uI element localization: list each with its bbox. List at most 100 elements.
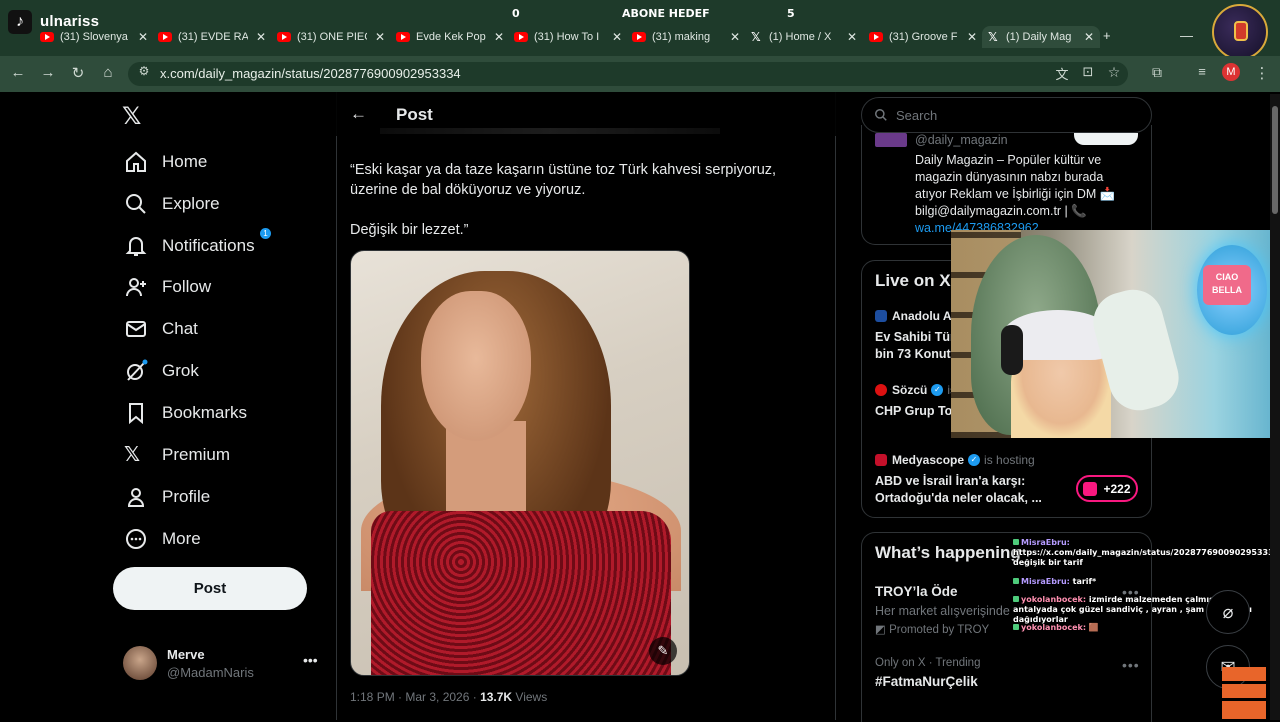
spaces-icon bbox=[1083, 481, 1098, 496]
install-icon[interactable]: ⊡ bbox=[1078, 64, 1098, 80]
nav-home[interactable]: Home bbox=[124, 146, 207, 178]
live-title: Live on X bbox=[875, 271, 951, 290]
more-circle-icon bbox=[126, 529, 146, 549]
translate-icon[interactable]: 文 bbox=[1052, 64, 1072, 83]
browser-tab[interactable]: Evde Kek Pop ✕ bbox=[396, 27, 504, 47]
webcam-overlay: CIAO BELLA bbox=[951, 230, 1280, 438]
post-image[interactable]: ✎ bbox=[350, 250, 690, 676]
post-button[interactable]: Post bbox=[113, 567, 307, 610]
youtube-icon bbox=[277, 32, 291, 42]
headset-icon bbox=[1001, 325, 1023, 375]
youtube-icon bbox=[158, 32, 172, 42]
search-icon bbox=[126, 194, 146, 214]
close-icon[interactable]: ✕ bbox=[967, 30, 977, 44]
webcam-sign: CIAO BELLA bbox=[1203, 265, 1251, 305]
browser-tab-active[interactable]: 𝕏 (1) Daily Mag ✕ bbox=[982, 26, 1101, 48]
lantern-badge-icon bbox=[1212, 4, 1268, 60]
x-icon: 𝕏 bbox=[988, 30, 998, 44]
verified-icon: ✓ bbox=[968, 454, 981, 466]
browser-menu-icon[interactable]: ⋮ bbox=[1252, 64, 1272, 82]
minimize-icon[interactable]: — bbox=[1180, 28, 1193, 43]
nav-notifications[interactable]: 1 Notifications bbox=[124, 228, 271, 262]
browser-tab[interactable]: (31) EVDE RA ✕ bbox=[158, 27, 266, 47]
browser-tab[interactable]: 𝕏 (1) Home / X ✕ bbox=[751, 27, 857, 47]
bookmark-icon bbox=[129, 403, 143, 425]
search-input[interactable]: Search bbox=[861, 97, 1152, 133]
nav-profile[interactable]: Profile bbox=[124, 481, 210, 513]
new-tab-icon[interactable]: + bbox=[1103, 28, 1111, 43]
live-item[interactable]: Anadolu Aj Ev Sahibi Tür bin 73 Konut bbox=[875, 309, 955, 363]
forward-icon[interactable]: → bbox=[38, 64, 58, 81]
browser-tab[interactable]: (31) ONE PIEC ✕ bbox=[277, 27, 385, 47]
nav-more[interactable]: More bbox=[124, 523, 201, 555]
live-listeners-pill[interactable]: +222 bbox=[1076, 475, 1138, 502]
source-logo-icon bbox=[875, 310, 887, 322]
account-handle: @MadamNaris bbox=[167, 665, 254, 680]
overlay-bar-decoration bbox=[1222, 701, 1266, 719]
site-info-icon[interactable]: ⚙ bbox=[134, 64, 154, 78]
profile-card-avatar bbox=[875, 133, 907, 147]
chat-message: MisraEbru: tarif* bbox=[1013, 577, 1271, 587]
close-icon[interactable]: ✕ bbox=[612, 30, 622, 44]
nav-grok[interactable]: Grok bbox=[124, 355, 199, 387]
photo-face bbox=[421, 291, 531, 441]
goal-target: 5 bbox=[787, 7, 795, 20]
nav-explore[interactable]: Explore bbox=[124, 188, 220, 220]
x-logo-icon[interactable]: 𝕏 bbox=[122, 102, 141, 131]
home-browser-icon[interactable]: ⌂ bbox=[98, 64, 118, 81]
more-dots-icon[interactable]: ••• bbox=[1122, 657, 1140, 673]
media-icon[interactable]: ≡ bbox=[1192, 64, 1212, 79]
image-edit-icon[interactable]: ✎ bbox=[649, 637, 677, 665]
close-icon[interactable]: ✕ bbox=[494, 30, 504, 44]
grok-fab-icon[interactable]: ⌀ bbox=[1206, 590, 1250, 634]
profile-card-bio: Daily Magazin – Popüler kültür ve magazi… bbox=[915, 153, 1116, 235]
close-icon[interactable]: ✕ bbox=[730, 30, 740, 44]
avatar bbox=[123, 646, 157, 680]
page-scrollbar[interactable] bbox=[1270, 94, 1280, 720]
close-icon[interactable]: ✕ bbox=[1084, 30, 1094, 44]
chat-message: MisraEbru: https://x.com/daily_magazin/s… bbox=[1013, 538, 1280, 567]
x-icon: 𝕏 bbox=[751, 30, 761, 44]
bookmark-star-icon[interactable]: ☆ bbox=[1104, 64, 1124, 81]
close-icon[interactable]: ✕ bbox=[375, 30, 385, 44]
trend-tag[interactable]: #FatmaNurÇelik bbox=[875, 674, 978, 689]
overlay-bar-decoration bbox=[1222, 684, 1266, 698]
close-icon[interactable]: ✕ bbox=[847, 30, 857, 44]
url-text[interactable]: x.com/daily_magazin/status/2028776900902… bbox=[160, 66, 461, 81]
reload-icon[interactable]: ↻ bbox=[68, 64, 88, 82]
nav-premium[interactable]: 𝕏 Premium bbox=[124, 439, 230, 471]
live-item[interactable]: Medyascope ✓ is hosting ABD ve İsrail İran… bbox=[875, 453, 1055, 507]
extensions-icon[interactable]: ⧉ bbox=[1147, 64, 1167, 81]
close-icon[interactable]: ✕ bbox=[256, 30, 266, 44]
account-name: Merve bbox=[167, 647, 205, 662]
browser-tab[interactable]: (31) making ✕ bbox=[632, 27, 740, 47]
goal-current: 0 bbox=[512, 7, 520, 20]
live-item[interactable]: Sözcü✓is CHP Grup To bbox=[875, 383, 956, 420]
promo-subtitle: Her market alışverişinde bbox=[875, 604, 1010, 618]
scrollbar-thumb[interactable] bbox=[1272, 106, 1278, 214]
close-icon[interactable]: ✕ bbox=[138, 30, 148, 44]
back-arrow-icon[interactable]: ← bbox=[350, 104, 367, 124]
nav-follow[interactable]: Follow bbox=[124, 271, 211, 303]
back-icon[interactable]: ← bbox=[8, 64, 28, 81]
youtube-icon bbox=[514, 32, 528, 42]
grok-icon bbox=[127, 359, 148, 381]
youtube-icon bbox=[40, 32, 54, 42]
promo-title[interactable]: TROY’la Öde bbox=[875, 584, 958, 599]
x-logo-icon: 𝕏 bbox=[124, 444, 141, 466]
page-title: Post bbox=[396, 105, 433, 124]
happening-title: What’s happening bbox=[875, 543, 1021, 562]
browser-tab[interactable]: (31) How To I ✕ bbox=[514, 27, 622, 47]
post-text-line: Değişik bir lezzet.” bbox=[350, 222, 469, 238]
nav-bookmarks[interactable]: Bookmarks bbox=[124, 397, 247, 429]
more-dots-icon[interactable]: ••• bbox=[303, 652, 318, 668]
profile-avatar[interactable]: M bbox=[1222, 63, 1240, 81]
notification-badge: 1 bbox=[260, 228, 271, 239]
browser-tab[interactable]: (31) Groove F ✕ bbox=[869, 27, 977, 47]
nav-chat[interactable]: Chat bbox=[124, 313, 198, 345]
trend-meta: Only on X · Trending bbox=[875, 657, 981, 669]
tiktok-icon: ♪ bbox=[8, 10, 32, 34]
follow-button[interactable] bbox=[1074, 133, 1138, 145]
youtube-icon bbox=[396, 32, 410, 42]
browser-tab[interactable]: (31) Slovenya ✕ bbox=[40, 27, 148, 47]
